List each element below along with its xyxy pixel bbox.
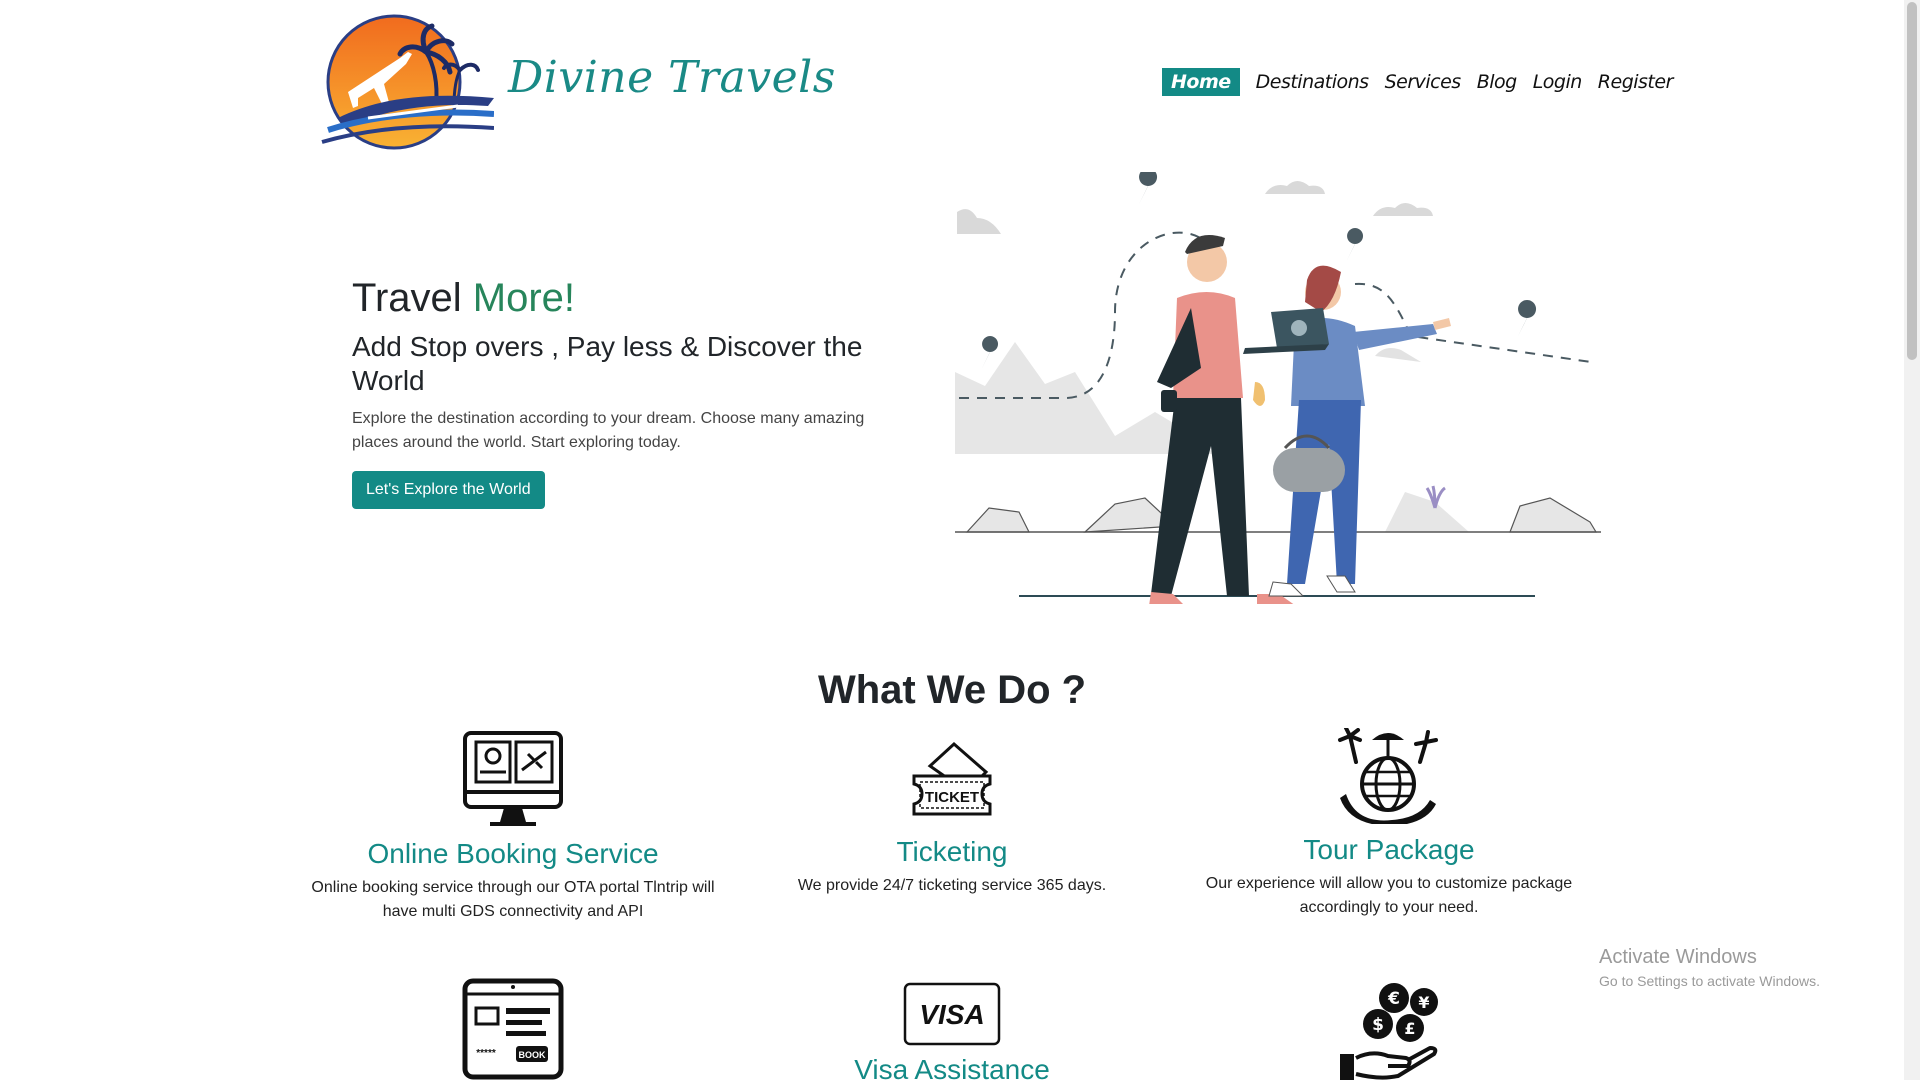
currency-exchange-icon: € ¥ $ £ bbox=[1340, 983, 1438, 1080]
service-title: Online Booking Service bbox=[367, 838, 659, 869]
service-text: We provide 24/7 ticketing service 365 da… bbox=[797, 877, 1107, 894]
hero-title-travel: Travel bbox=[352, 276, 462, 320]
service-text: Our experience will allow you to customi… bbox=[1205, 875, 1573, 916]
svg-text:$: $ bbox=[1372, 1015, 1384, 1035]
page: Divine Travels Home Destinations Service… bbox=[0, 0, 1904, 1080]
online-booking-icon bbox=[463, 731, 563, 826]
nav-services[interactable]: Services bbox=[1385, 68, 1462, 96]
service-title: Tour Package bbox=[1303, 834, 1475, 865]
svg-text:¥: ¥ bbox=[1418, 993, 1429, 1012]
logo[interactable] bbox=[308, 14, 495, 150]
service-online-booking: Online Booking Service Online booking se… bbox=[298, 730, 728, 924]
service-visa-assistance: VISA Visa Assistance bbox=[737, 982, 1167, 1080]
logo-emblem-icon bbox=[321, 14, 495, 150]
service-title: Visa Assistance bbox=[854, 1054, 1050, 1080]
hero-subtitle: Add Stop overs , Pay less & Discover the… bbox=[352, 331, 863, 396]
nav-register[interactable]: Register bbox=[1598, 68, 1674, 96]
nav-home[interactable]: Home bbox=[1162, 68, 1240, 96]
scrollbar-thumb[interactable] bbox=[1907, 2, 1917, 360]
visa-icon: VISA bbox=[903, 982, 1001, 1046]
nav-destinations[interactable]: Destinations bbox=[1256, 68, 1369, 96]
hero-title: Travel More! bbox=[352, 276, 575, 321]
service-currency-exchange: € ¥ $ £ bbox=[1174, 980, 1604, 1080]
hotel-booking-icon: ***** BOOK bbox=[462, 978, 564, 1080]
ticket-icon-label: TICKET bbox=[925, 789, 979, 806]
brand-name[interactable]: Divine Travels bbox=[508, 52, 836, 103]
watermark-subtitle: Go to Settings to activate Windows. bbox=[1599, 973, 1820, 989]
svg-text:*****: ***** bbox=[476, 1048, 496, 1059]
main-nav: Home Destinations Services Blog Login Re… bbox=[1162, 68, 1673, 96]
service-title: Ticketing bbox=[896, 836, 1008, 867]
svg-text:£: £ bbox=[1404, 1019, 1415, 1038]
hero-description: Explore the destination according to you… bbox=[352, 410, 865, 451]
explore-button[interactable]: Let's Explore the World bbox=[352, 471, 545, 509]
ticket-icon: TICKET bbox=[912, 741, 992, 816]
nav-blog[interactable]: Blog bbox=[1477, 68, 1518, 96]
hero-title-more: More! bbox=[472, 276, 576, 320]
activate-windows-watermark: Activate Windows Go to Settings to activ… bbox=[1599, 946, 1820, 989]
watermark-title: Activate Windows bbox=[1599, 946, 1757, 968]
service-hotel-booking: ***** BOOK bbox=[298, 978, 728, 1080]
svg-text:€: € bbox=[1387, 989, 1400, 1009]
service-ticketing: TICKET Ticketing We provide 24/7 ticketi… bbox=[737, 740, 1167, 898]
service-text: Online booking service through our OTA p… bbox=[311, 879, 715, 920]
tour-package-icon bbox=[1338, 728, 1438, 824]
service-tour-package: Tour Package Our experience will allow y… bbox=[1174, 728, 1604, 920]
what-we-do-heading: What We Do ? bbox=[817, 668, 1087, 712]
travel-couple-illustration bbox=[955, 172, 1601, 604]
nav-login[interactable]: Login bbox=[1533, 68, 1583, 96]
visa-icon-label: VISA bbox=[919, 999, 984, 1030]
book-icon-label: BOOK bbox=[519, 1050, 547, 1060]
